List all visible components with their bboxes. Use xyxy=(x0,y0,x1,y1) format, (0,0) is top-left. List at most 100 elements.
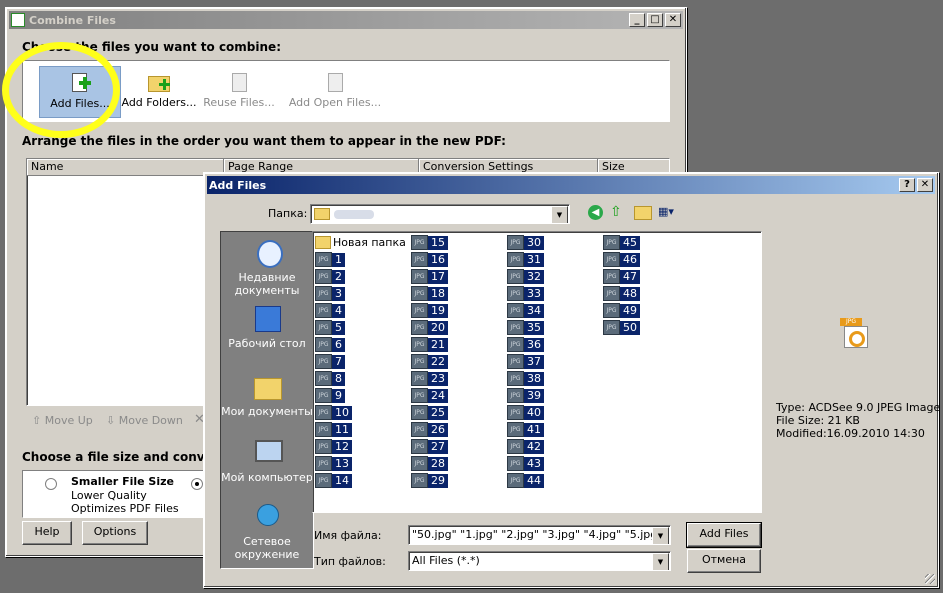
maximize-button[interactable]: □ xyxy=(647,13,663,27)
place-recent[interactable]: Недавние документы xyxy=(221,238,313,297)
file-item[interactable]: JPG 1 xyxy=(315,252,345,267)
reuse-files-button: Reuse Files... xyxy=(199,66,279,116)
view-menu-icon[interactable]: ▦▾ xyxy=(658,205,680,219)
jpg-file-icon: JPG xyxy=(411,286,428,301)
file-item[interactable]: JPG 31 xyxy=(507,252,544,267)
add-open-files-icon xyxy=(324,72,346,94)
file-item[interactable]: JPG 12 xyxy=(315,439,352,454)
place-desktop[interactable]: Рабочий стол xyxy=(221,304,313,350)
file-item[interactable]: JPG 21 xyxy=(411,337,448,352)
dialog-titlebar[interactable]: Add Files ? ✕ xyxy=(207,176,935,194)
jpg-file-icon: JPG xyxy=(411,439,428,454)
file-item[interactable]: JPG 14 xyxy=(315,473,352,488)
file-item[interactable]: JPG 2 xyxy=(315,269,345,284)
file-item[interactable]: JPG 48 xyxy=(603,286,640,301)
file-item-label: 17 xyxy=(428,269,448,284)
filename-combo[interactable]: "50.jpg" "1.jpg" "2.jpg" "3.jpg" "4.jpg"… xyxy=(408,525,671,545)
file-item[interactable]: JPG 29 xyxy=(411,473,448,488)
dialog-close-button[interactable]: ✕ xyxy=(917,178,933,192)
file-item[interactable]: JPG 23 xyxy=(411,371,448,386)
file-item[interactable]: JPG 33 xyxy=(507,286,544,301)
lookin-blurred-value xyxy=(333,209,374,219)
place-my-computer[interactable]: Мой компьютер xyxy=(221,438,313,484)
cancel-button[interactable]: Отмена xyxy=(687,549,761,573)
col-name[interactable]: Name xyxy=(27,159,224,176)
file-list[interactable]: Новая папка JPG 1 JPG 2 JPG 3 JPG 4 JPG 5 JPG 6 JPG 7… xyxy=(312,231,762,513)
file-item[interactable]: JPG 30 xyxy=(507,235,544,250)
up-arrow-icon: ⇧ xyxy=(32,414,42,427)
file-item[interactable]: JPG 9 xyxy=(315,388,345,403)
file-item[interactable]: JPG 18 xyxy=(411,286,448,301)
file-item[interactable]: JPG 26 xyxy=(411,422,448,437)
file-item[interactable]: JPG 46 xyxy=(603,252,640,267)
arrange-heading: Arrange the files in the order you want … xyxy=(22,134,506,148)
combine-titlebar[interactable]: Combine Files _ □ ✕ xyxy=(9,11,683,29)
filetype-label: Тип файлов: xyxy=(314,555,386,568)
file-item[interactable]: JPG 44 xyxy=(507,473,544,488)
lookin-combo[interactable]: ▼ xyxy=(310,204,570,224)
file-item[interactable]: JPG 45 xyxy=(603,235,640,250)
default-size-radio[interactable] xyxy=(191,478,203,490)
file-item[interactable]: JPG 3 xyxy=(315,286,345,301)
file-item[interactable]: JPG 11 xyxy=(315,422,352,437)
filetype-combo[interactable]: All Files (*.*) ▼ xyxy=(408,551,671,571)
file-item[interactable]: JPG 47 xyxy=(603,269,640,284)
file-item[interactable]: JPG 37 xyxy=(507,354,544,369)
smaller-size-radio[interactable] xyxy=(45,478,57,490)
place-my-documents[interactable]: Мои документы xyxy=(221,372,313,418)
file-item[interactable]: JPG 7 xyxy=(315,354,345,369)
file-item[interactable]: JPG 38 xyxy=(507,371,544,386)
file-item[interactable]: JPG 13 xyxy=(315,456,352,471)
file-item[interactable]: JPG 17 xyxy=(411,269,448,284)
file-item[interactable]: JPG 42 xyxy=(507,439,544,454)
add-files-confirm-button[interactable]: Add Files xyxy=(686,522,762,548)
filetype-value: All Files (*.*) xyxy=(412,554,480,567)
place-network[interactable]: Сетевое окружение xyxy=(221,502,313,561)
file-item[interactable]: JPG 39 xyxy=(507,388,544,403)
file-item[interactable]: JPG 40 xyxy=(507,405,544,420)
file-item[interactable]: JPG 16 xyxy=(411,252,448,267)
lookin-dropdown-arrow[interactable]: ▼ xyxy=(551,206,568,223)
file-item[interactable]: JPG 41 xyxy=(507,422,544,437)
file-item[interactable]: JPG 43 xyxy=(507,456,544,471)
file-item[interactable]: JPG 5 xyxy=(315,320,345,335)
file-item[interactable]: JPG 20 xyxy=(411,320,448,335)
file-item[interactable]: JPG 35 xyxy=(507,320,544,335)
resize-grip-icon[interactable] xyxy=(925,574,935,584)
file-item[interactable]: JPG 4 xyxy=(315,303,345,318)
file-item[interactable]: JPG 19 xyxy=(411,303,448,318)
reuse-files-icon xyxy=(228,72,250,94)
file-item[interactable]: JPG 36 xyxy=(507,337,544,352)
new-folder-icon[interactable] xyxy=(634,206,652,220)
close-button[interactable]: ✕ xyxy=(665,13,681,27)
help-button[interactable]: Help xyxy=(22,521,72,545)
jpg-file-icon: JPG xyxy=(411,422,428,437)
file-item[interactable]: JPG 15 xyxy=(411,235,448,250)
file-item-label: 7 xyxy=(332,354,345,369)
file-item[interactable]: JPG 8 xyxy=(315,371,345,386)
folder-item[interactable]: Новая папка xyxy=(315,235,406,250)
file-item[interactable]: JPG 32 xyxy=(507,269,544,284)
up-folder-icon[interactable]: ⇧ xyxy=(610,204,628,220)
file-item-label: 6 xyxy=(332,337,345,352)
file-item[interactable]: JPG 34 xyxy=(507,303,544,318)
help-icon-button[interactable]: ? xyxy=(899,178,915,192)
file-item[interactable]: JPG 6 xyxy=(315,337,345,352)
file-item[interactable]: JPG 25 xyxy=(411,405,448,420)
jpg-file-icon: JPG xyxy=(411,354,428,369)
back-icon[interactable]: ◀ xyxy=(588,205,603,220)
file-item[interactable]: JPG 28 xyxy=(411,456,448,471)
file-item[interactable]: JPG 10 xyxy=(315,405,352,420)
file-item[interactable]: JPG 27 xyxy=(411,439,448,454)
jpg-file-icon: JPG xyxy=(315,354,332,369)
filetype-dropdown-arrow[interactable]: ▼ xyxy=(652,553,669,570)
file-item[interactable]: JPG 22 xyxy=(411,354,448,369)
file-item[interactable]: JPG 50 xyxy=(603,320,640,335)
add-folders-button[interactable]: Add Folders... xyxy=(119,66,199,116)
filename-dropdown-arrow[interactable]: ▼ xyxy=(652,527,669,544)
options-button[interactable]: Options xyxy=(82,521,148,545)
jpg-file-icon: JPG xyxy=(507,320,524,335)
file-item[interactable]: JPG 24 xyxy=(411,388,448,403)
file-item[interactable]: JPG 49 xyxy=(603,303,640,318)
minimize-button[interactable]: _ xyxy=(629,13,645,27)
